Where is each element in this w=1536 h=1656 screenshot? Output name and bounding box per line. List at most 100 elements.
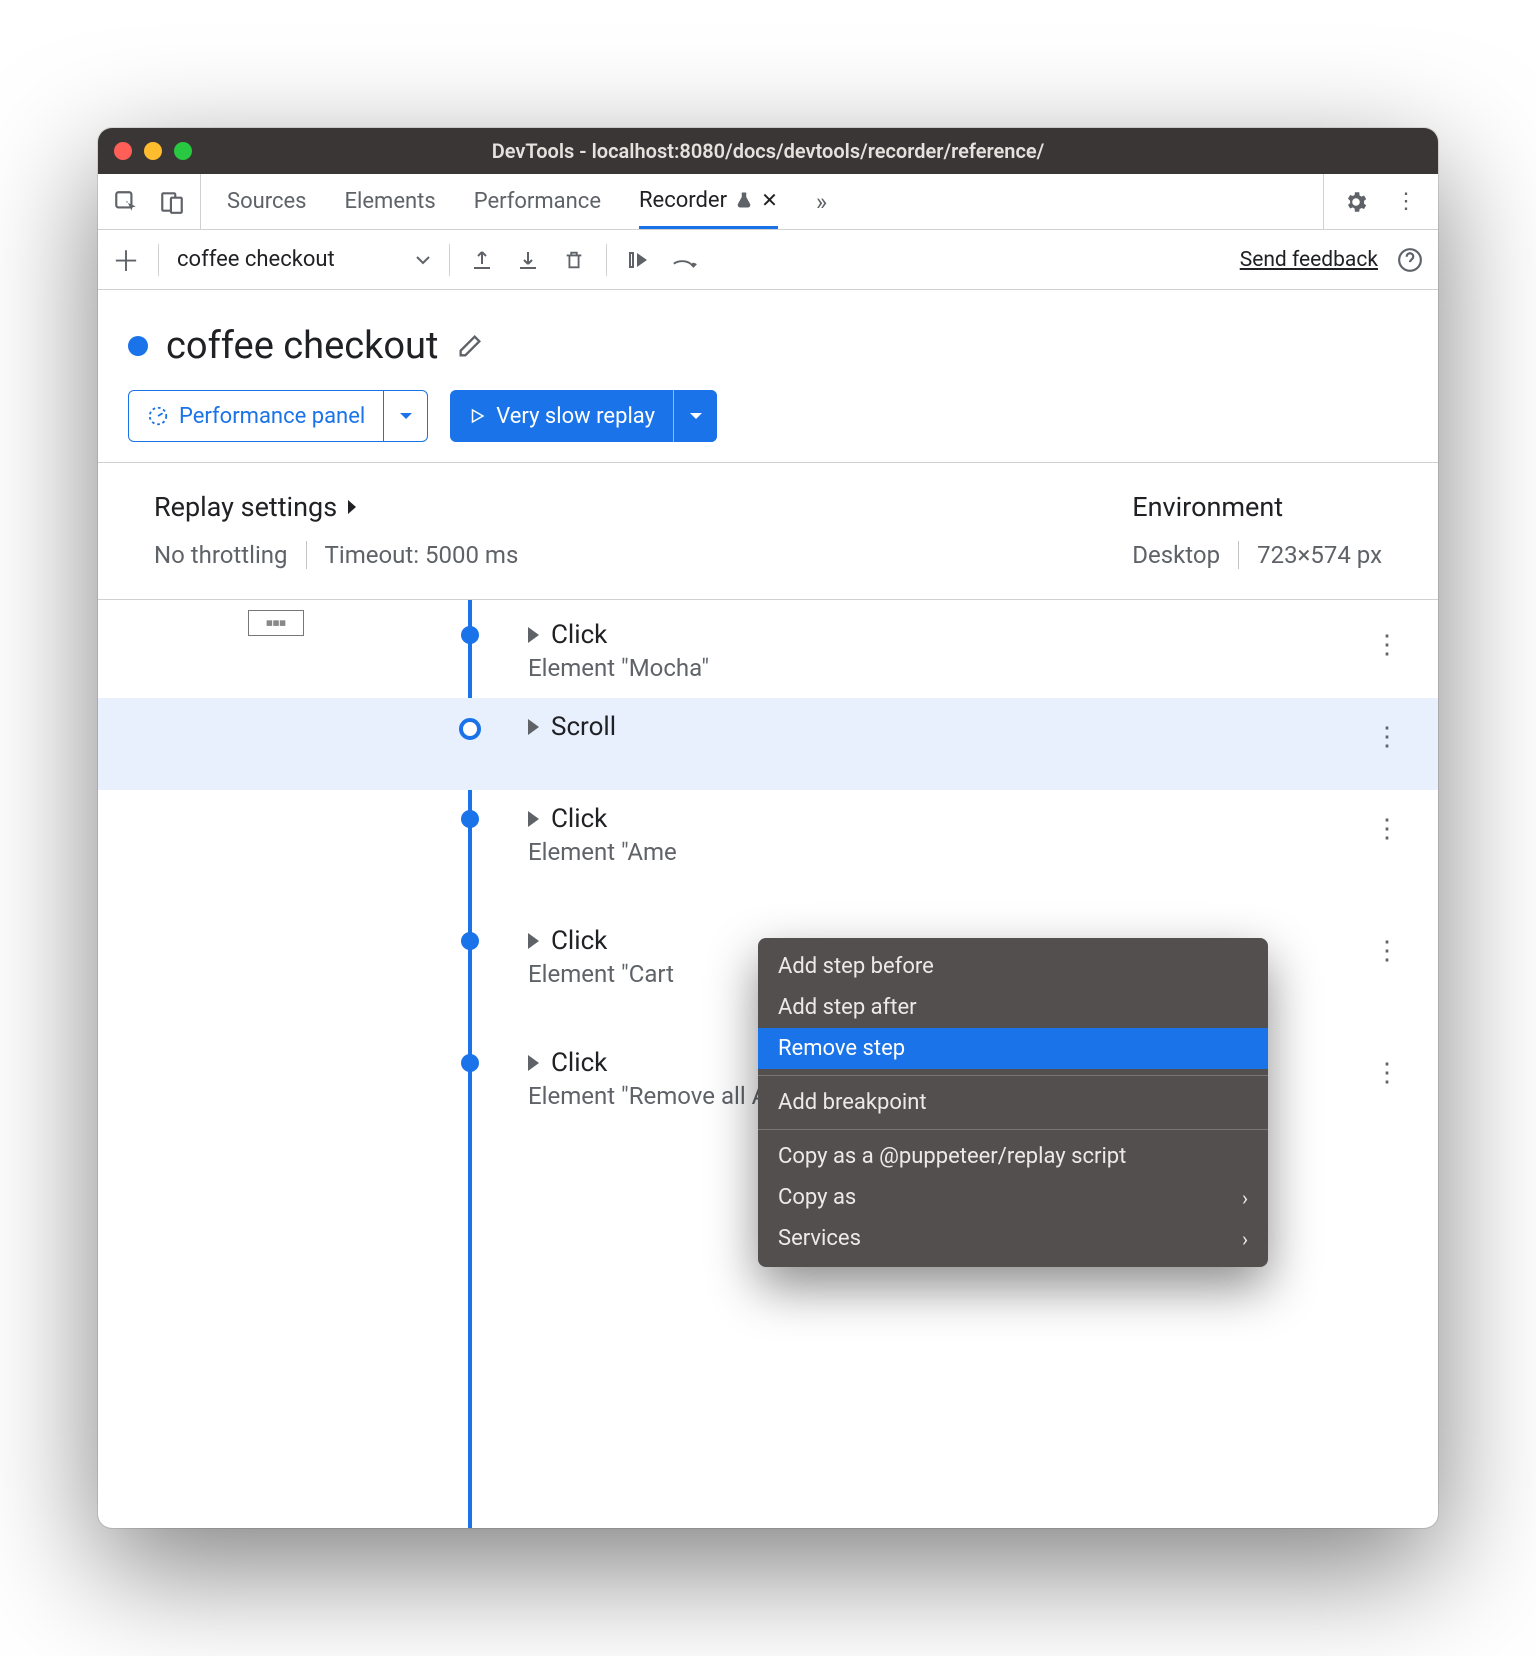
chevron-right-icon: ›: [1242, 1186, 1248, 1210]
recording-title-row: coffee checkout: [128, 324, 1408, 368]
expand-caret-icon[interactable]: [528, 627, 539, 643]
window-titlebar: DevTools - localhost:8080/docs/devtools/…: [98, 128, 1438, 174]
step-row[interactable]: Scroll ⋮: [98, 698, 1438, 790]
environment-dimensions: 723×574 px: [1257, 541, 1382, 569]
step-subtitle: Element "Cart: [528, 960, 674, 988]
minimize-window-button[interactable]: [144, 142, 162, 160]
settings-row: Replay settings No throttling Timeout: 5…: [98, 462, 1438, 600]
expand-caret-icon[interactable]: [528, 1055, 539, 1071]
expand-caret-icon[interactable]: [528, 719, 539, 735]
recording-select-label: coffee checkout: [177, 247, 335, 272]
tab-recorder[interactable]: Recorder ✕: [639, 174, 778, 229]
step-subtitle: Element "Mocha": [528, 654, 709, 682]
send-feedback-link[interactable]: Send feedback: [1240, 248, 1378, 272]
action-buttons: Performance panel Very slow replay: [128, 390, 1408, 442]
more-tabs-icon[interactable]: »: [816, 188, 827, 216]
ctx-copy-puppeteer[interactable]: Copy as a @puppeteer/replay script: [758, 1136, 1268, 1177]
chevron-right-icon: [347, 499, 357, 515]
tabbar-trailing: ⋮: [1323, 174, 1438, 229]
step-more-icon[interactable]: ⋮: [1374, 1058, 1400, 1088]
environment-device: Desktop: [1132, 541, 1220, 569]
tab-sources-label: Sources: [227, 189, 307, 214]
replay-settings-heading[interactable]: Replay settings: [154, 491, 518, 523]
timeline-node: [461, 1054, 479, 1072]
divider: [758, 1129, 1268, 1130]
replay-button[interactable]: Very slow replay: [450, 390, 717, 442]
step-row[interactable]: ▦▦▦ Click Element "Mocha" ⋮: [98, 606, 1438, 698]
timeout-value: Timeout: 5000 ms: [325, 541, 519, 569]
device-toolbar-icon[interactable]: [158, 188, 186, 216]
tab-sources[interactable]: Sources: [227, 174, 307, 229]
settings-gear-icon[interactable]: [1342, 188, 1370, 216]
recording-status-dot: [128, 336, 148, 356]
timeline-node: [461, 932, 479, 950]
divider: [449, 244, 450, 276]
environment-heading: Environment: [1132, 491, 1283, 523]
recording-select[interactable]: coffee checkout: [177, 247, 431, 272]
import-icon[interactable]: [514, 246, 542, 274]
step-over-icon[interactable]: [671, 246, 699, 274]
step-title: Click: [551, 620, 607, 650]
help-icon[interactable]: [1396, 246, 1424, 274]
step-title: Click: [551, 1048, 607, 1078]
replay-button-label: Very slow replay: [496, 404, 655, 429]
tab-performance-label: Performance: [474, 189, 601, 214]
gauge-icon: [147, 405, 169, 427]
ctx-add-step-after[interactable]: Add step after: [758, 987, 1268, 1028]
ctx-add-breakpoint[interactable]: Add breakpoint: [758, 1082, 1268, 1123]
window-title: DevTools - localhost:8080/docs/devtools/…: [98, 139, 1438, 163]
step-more-icon[interactable]: ⋮: [1374, 936, 1400, 966]
divider: [1238, 541, 1239, 569]
play-icon: [468, 407, 486, 425]
chevron-down-icon: [415, 255, 431, 265]
tab-elements[interactable]: Elements: [345, 174, 436, 229]
performance-panel-label: Performance panel: [179, 404, 365, 429]
tab-performance[interactable]: Performance: [474, 174, 601, 229]
tab-elements-label: Elements: [345, 189, 436, 214]
tabs-container: Sources Elements Performance Recorder ✕ …: [201, 174, 1323, 229]
timeline-node: [459, 718, 481, 740]
recording-header: coffee checkout Performance panel Very s…: [98, 290, 1438, 462]
replay-settings-section: Replay settings No throttling Timeout: 5…: [154, 491, 518, 569]
edit-title-icon[interactable]: [456, 332, 484, 360]
ctx-services[interactable]: Services›: [758, 1218, 1268, 1259]
ctx-copy-as[interactable]: Copy as›: [758, 1177, 1268, 1218]
step-more-icon[interactable]: ⋮: [1374, 814, 1400, 844]
ctx-remove-step[interactable]: Remove step: [758, 1028, 1268, 1069]
export-icon[interactable]: [468, 246, 496, 274]
timeline-node: [461, 810, 479, 828]
inspect-tools: [98, 174, 201, 229]
expand-caret-icon[interactable]: [528, 933, 539, 949]
flask-icon: [735, 191, 753, 209]
step-more-icon[interactable]: ⋮: [1374, 722, 1400, 752]
performance-panel-caret[interactable]: [383, 391, 427, 441]
expand-caret-icon[interactable]: [528, 811, 539, 827]
devtools-window: DevTools - localhost:8080/docs/devtools/…: [98, 128, 1438, 1528]
new-recording-icon[interactable]: ＋: [112, 246, 140, 274]
delete-icon[interactable]: [560, 246, 588, 274]
step-title: Scroll: [551, 712, 616, 742]
throttling-value: No throttling: [154, 541, 288, 569]
kebab-menu-icon[interactable]: ⋮: [1392, 188, 1420, 216]
divider: [306, 541, 307, 569]
timeline-node: [461, 626, 479, 644]
divider: [758, 1075, 1268, 1076]
recorder-toolbar: ＋ coffee checkout Send feedback: [98, 230, 1438, 290]
performance-panel-button[interactable]: Performance panel: [128, 390, 428, 442]
divider: [606, 244, 607, 276]
close-tab-icon[interactable]: ✕: [761, 188, 778, 212]
step-more-icon[interactable]: ⋮: [1374, 630, 1400, 660]
ctx-add-step-before[interactable]: Add step before: [758, 946, 1268, 987]
step-row[interactable]: Click Element "Ame ⋮: [98, 790, 1438, 882]
inspect-element-icon[interactable]: [112, 188, 140, 216]
replay-button-caret[interactable]: [673, 390, 717, 442]
context-menu: Add step before Add step after Remove st…: [758, 938, 1268, 1267]
chevron-right-icon: ›: [1242, 1227, 1248, 1251]
recording-title: coffee checkout: [166, 324, 438, 368]
traffic-lights: [114, 142, 192, 160]
divider: [158, 244, 159, 276]
close-window-button[interactable]: [114, 142, 132, 160]
step-play-icon[interactable]: [625, 246, 653, 274]
zoom-window-button[interactable]: [174, 142, 192, 160]
step-title: Click: [551, 926, 607, 956]
